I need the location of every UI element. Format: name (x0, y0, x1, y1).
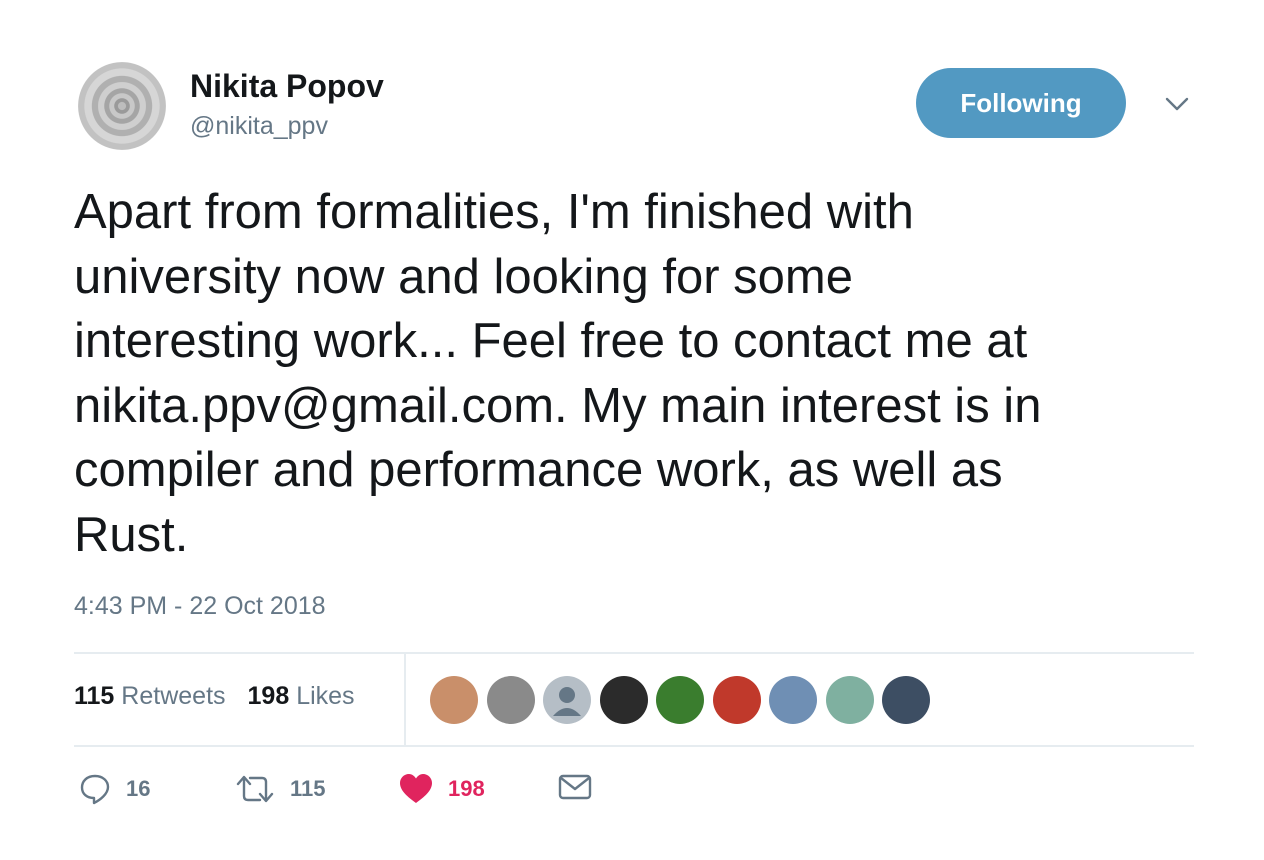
liker-avatar[interactable] (769, 676, 817, 724)
likes-stat[interactable]: 198 Likes (248, 682, 355, 711)
liker-avatar[interactable] (712, 676, 761, 724)
tweet-line: university now and looking for some (74, 249, 853, 304)
following-button[interactable]: Following (916, 68, 1126, 138)
author-handle[interactable]: @nikita_ppv (190, 112, 328, 141)
reply-button[interactable]: 16 (78, 772, 150, 806)
default-user-icon (553, 687, 581, 716)
liker-avatar[interactable] (543, 676, 591, 724)
heart-icon (400, 774, 432, 803)
tweet-line: compiler and performance work, as well a… (74, 443, 1003, 497)
divider (404, 654, 406, 746)
tweet-line: Rust. (74, 507, 189, 562)
tweet-line: Apart from formalities, I'm finished wit… (74, 185, 914, 239)
liker-avatar[interactable] (656, 676, 704, 724)
retweets-count: 115 (74, 682, 115, 710)
like-button[interactable]: 198 (398, 772, 485, 806)
liker-avatar[interactable] (882, 676, 930, 724)
divider (74, 652, 1194, 654)
liker-avatar[interactable] (825, 676, 874, 724)
chevron-down-icon[interactable] (1162, 92, 1192, 116)
retweet-count: 115 (290, 776, 326, 801)
reply-count: 16 (126, 776, 151, 801)
liker-avatar[interactable] (486, 676, 535, 724)
like-count: 198 (448, 776, 485, 801)
retweets-label: Retweets (121, 682, 226, 710)
liker-avatar[interactable] (430, 676, 478, 724)
author-name[interactable]: Nikita Popov (190, 68, 384, 105)
likes-count: 198 (247, 682, 290, 710)
likes-label: Likes (296, 682, 355, 710)
liker-avatar[interactable] (599, 676, 648, 724)
reply-icon (80, 774, 110, 805)
tweet-timestamp[interactable]: 4:43 PM - 22 Oct 2018 (74, 592, 326, 621)
divider (74, 745, 1194, 747)
direct-message-button[interactable] (558, 772, 592, 802)
author-avatar[interactable] (78, 62, 166, 150)
retweet-button[interactable]: 115 (234, 772, 326, 806)
retweets-stat[interactable]: 115 Retweets (74, 682, 226, 711)
tweet-actions: 16 115 198 (74, 772, 634, 816)
retweet-icon (236, 775, 274, 803)
tweet-line: nikita.ppv@gmail.com. My main interest i… (74, 378, 1042, 433)
envelope-icon (558, 774, 592, 800)
tweet-text: Apart from formalities, I'm finished wit… (74, 180, 1204, 567)
tweet-line: interesting work... Feel free to contact… (74, 314, 1028, 368)
engagement-stats: 115 Retweets 198 Likes (74, 682, 355, 711)
liker-avatars (430, 676, 930, 724)
